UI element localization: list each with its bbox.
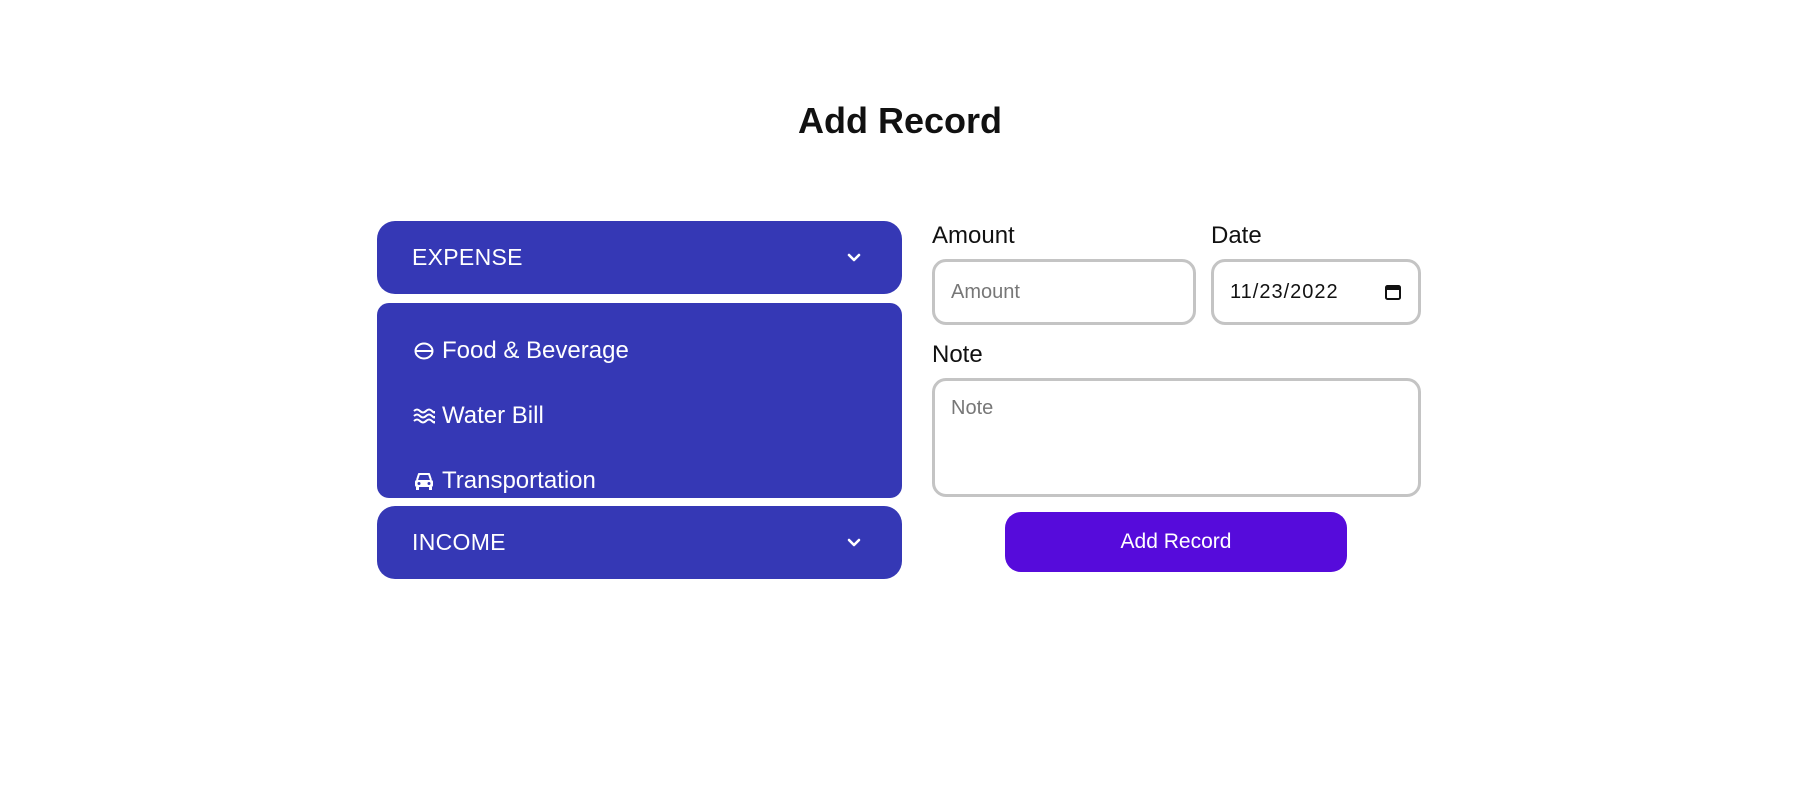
expense-item-label: Food & Beverage <box>442 336 629 364</box>
expense-item-water-bill[interactable]: Water Bill <box>377 383 902 448</box>
income-accordion-header[interactable]: INCOME <box>377 506 902 579</box>
expense-accordion-header[interactable]: EXPENSE <box>377 221 902 294</box>
amount-input[interactable] <box>932 259 1196 325</box>
expense-items-list: Food & Beverage Water Bill Transportatio… <box>377 303 902 498</box>
note-label: Note <box>932 341 983 368</box>
amount-label: Amount <box>932 222 1015 249</box>
expense-item-label: Water Bill <box>442 401 544 429</box>
income-label: INCOME <box>412 529 506 555</box>
date-label: Date <box>1211 222 1262 249</box>
water-waves-icon <box>412 404 436 428</box>
chevron-down-icon <box>846 535 862 551</box>
page-title: Add Record <box>797 100 1002 141</box>
note-textarea[interactable] <box>932 378 1421 497</box>
expense-item-label: Transportation <box>442 466 596 494</box>
expense-item-food-beverage[interactable]: Food & Beverage <box>377 318 902 383</box>
chevron-down-icon <box>846 250 862 266</box>
date-value: 11/23/2022 <box>1230 280 1339 303</box>
calendar-icon[interactable] <box>1384 283 1402 301</box>
expense-label: EXPENSE <box>412 244 523 270</box>
bowl-icon <box>412 339 436 363</box>
date-input[interactable]: 11/23/2022 <box>1211 259 1421 325</box>
expense-item-transportation[interactable]: Transportation <box>377 448 902 513</box>
car-icon <box>412 469 436 493</box>
add-record-button[interactable]: Add Record <box>1005 512 1347 572</box>
